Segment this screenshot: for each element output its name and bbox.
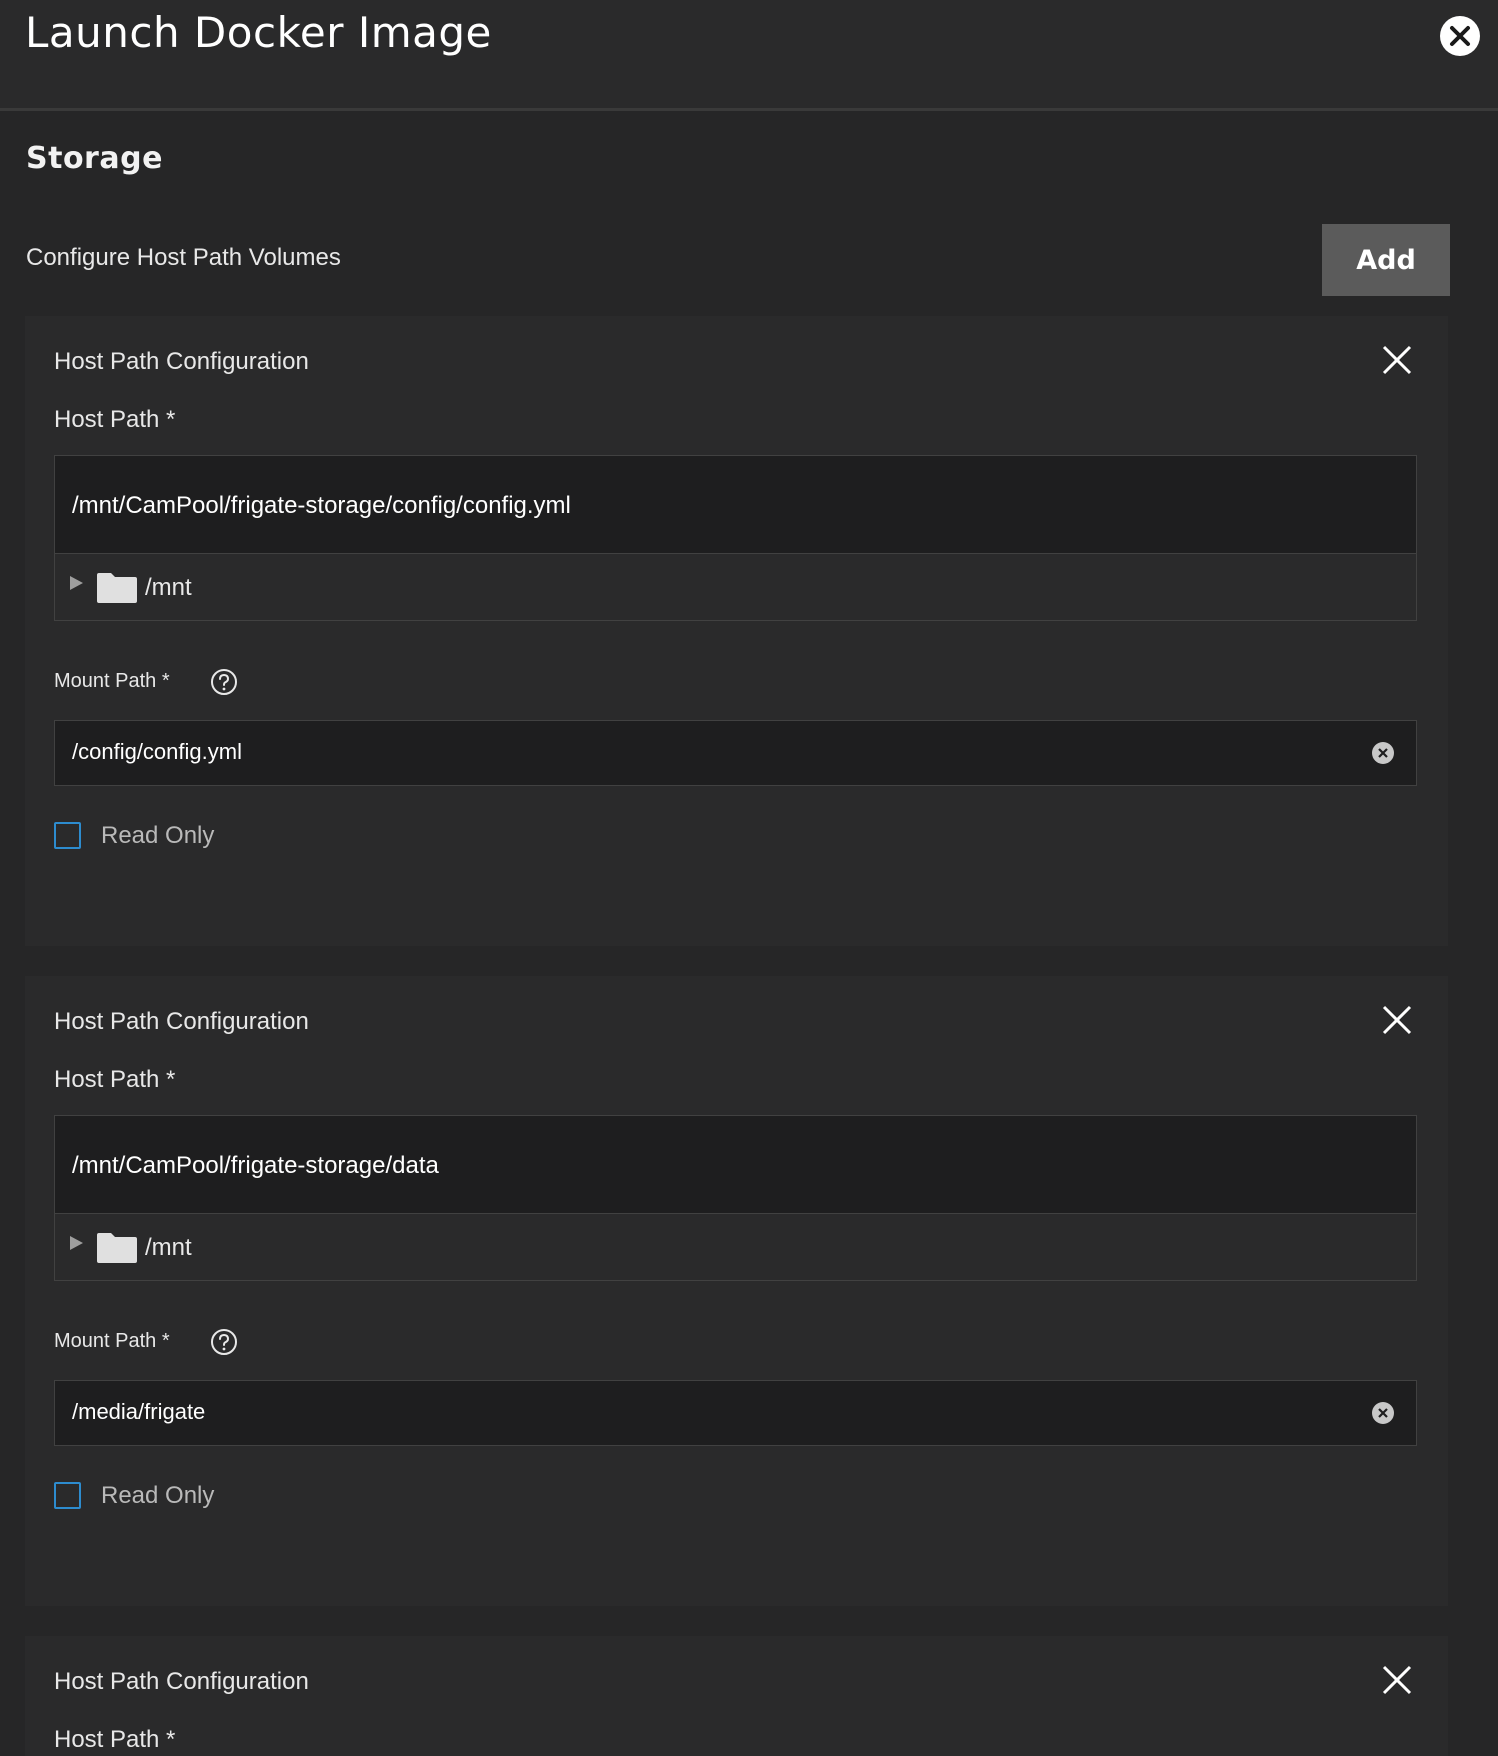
- tree-node-label: /mnt: [145, 1234, 192, 1261]
- folder-icon: [97, 573, 137, 603]
- dialog-header: Launch Docker Image: [0, 0, 1498, 111]
- mount-path-input[interactable]: /config/config.yml: [54, 720, 1417, 786]
- tree-node-mnt[interactable]: /mnt: [55, 554, 1416, 620]
- card-title: Host Path Configuration: [54, 348, 309, 375]
- clear-circle-icon[interactable]: [1371, 741, 1395, 765]
- host-path-value: /mnt/CamPool/frigate-storage/data: [72, 1152, 439, 1179]
- mount-path-value: /config/config.yml: [72, 739, 242, 764]
- mount-path-value: /media/frigate: [72, 1399, 206, 1424]
- host-path-value: /mnt/CamPool/frigate-storage/config/conf…: [72, 492, 571, 519]
- host-path-explorer: /mnt/CamPool/frigate-storage/config/conf…: [54, 455, 1417, 621]
- dialog-content: Storage Configure Host Path Volumes Add …: [0, 111, 1498, 1756]
- close-icon: [1382, 1665, 1412, 1695]
- triangle-right-icon[interactable]: [68, 1235, 84, 1251]
- close-icon: [1382, 345, 1412, 375]
- tree-node-label: /mnt: [145, 574, 192, 601]
- host-path-label: Host Path *: [54, 1066, 176, 1093]
- folder-icon: [97, 1233, 137, 1263]
- host-path-input[interactable]: /mnt/CamPool/frigate-storage/config/conf…: [55, 456, 1416, 554]
- read-only-label: Read Only: [101, 822, 215, 849]
- add-host-path-button[interactable]: Add: [1322, 224, 1450, 296]
- mount-path-label: Mount Path *: [54, 670, 170, 692]
- remove-card-button[interactable]: [1379, 342, 1415, 378]
- mount-path-input[interactable]: /media/frigate: [54, 1380, 1417, 1446]
- triangle-right-icon[interactable]: [68, 575, 84, 591]
- card-title: Host Path Configuration: [54, 1668, 309, 1695]
- help-circle-icon[interactable]: [209, 1327, 239, 1357]
- configure-host-path-label: Configure Host Path Volumes: [26, 244, 341, 271]
- clear-circle-icon[interactable]: [1371, 1401, 1395, 1425]
- help-circle-icon[interactable]: [209, 667, 239, 697]
- host-path-card: Host Path Configuration Host Path * /mnt…: [25, 976, 1448, 1606]
- host-path-explorer: /mnt/CamPool/frigate-storage/data /mnt: [54, 1115, 1417, 1281]
- remove-card-button[interactable]: [1379, 1662, 1415, 1698]
- card-title: Host Path Configuration: [54, 1008, 309, 1035]
- remove-card-button[interactable]: [1379, 1002, 1415, 1038]
- section-title-storage: Storage: [26, 141, 163, 176]
- tree-node-mnt[interactable]: /mnt: [55, 1214, 1416, 1280]
- close-dialog-button[interactable]: [1440, 16, 1480, 56]
- close-icon: [1382, 1005, 1412, 1035]
- mount-path-label: Mount Path *: [54, 1330, 170, 1352]
- host-path-label: Host Path *: [54, 1726, 176, 1753]
- dialog-title: Launch Docker Image: [25, 8, 492, 57]
- read-only-checkbox[interactable]: [54, 822, 81, 849]
- close-circle-icon: [1450, 26, 1470, 46]
- host-path-input[interactable]: /mnt/CamPool/frigate-storage/data: [55, 1116, 1416, 1214]
- read-only-label: Read Only: [101, 1482, 215, 1509]
- read-only-checkbox[interactable]: [54, 1482, 81, 1509]
- host-path-card: Host Path Configuration Host Path * /mnt…: [25, 316, 1448, 946]
- host-path-card: Host Path Configuration Host Path *: [25, 1636, 1448, 1756]
- host-path-label: Host Path *: [54, 406, 176, 433]
